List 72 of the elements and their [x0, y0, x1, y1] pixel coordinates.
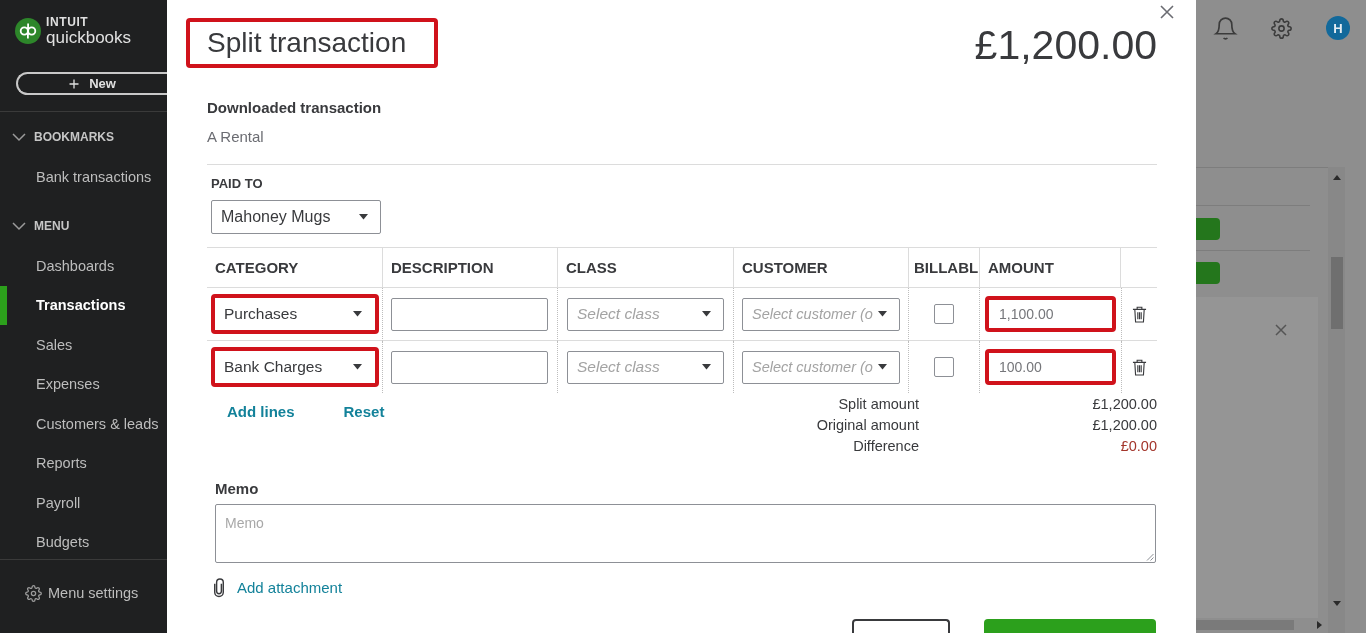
caret-icon[interactable] [878, 364, 887, 370]
bell-icon[interactable] [1215, 16, 1236, 40]
column-header: CLASS [566, 259, 617, 276]
close-icon[interactable] [1160, 5, 1174, 19]
product-name: quickbooks [46, 27, 132, 47]
summary-value: £1,200.00 [1092, 395, 1157, 414]
gear-icon [25, 584, 42, 602]
trash-icon[interactable] [1132, 358, 1147, 376]
add-attachment-link[interactable]: Add attachment [237, 578, 343, 597]
column-header: BILLABL [914, 259, 979, 276]
resize-grip-icon[interactable] [1146, 553, 1154, 561]
nav-item[interactable]: Payroll [0, 483, 167, 523]
chevron-down-icon[interactable] [12, 133, 26, 142]
add-lines-link[interactable]: Add lines [227, 402, 295, 422]
scrollbar[interactable] [1328, 167, 1345, 633]
trash-icon[interactable] [1132, 305, 1147, 323]
chevron-down-icon[interactable] [12, 222, 26, 231]
scroll-up-icon[interactable] [1332, 175, 1341, 180]
summary-label: Original amount [816, 416, 919, 435]
menu-settings-button[interactable]: Menu settings [25, 583, 139, 603]
logo-icon [15, 18, 41, 44]
field-label: PAID TO [211, 175, 263, 193]
plus-icon [69, 78, 80, 89]
scrollbar-thumb[interactable] [1196, 620, 1294, 630]
category-dropdown[interactable]: Bank Charges [211, 347, 379, 387]
caret-icon[interactable] [353, 311, 362, 317]
nav-item[interactable]: Dashboards [0, 246, 167, 286]
summary-label: Difference [853, 437, 919, 456]
description-field[interactable] [391, 297, 548, 331]
scroll-right-icon[interactable] [1317, 621, 1322, 629]
nav-item[interactable]: Customers & leads [0, 404, 167, 444]
summary-value: £0.00 [1120, 437, 1157, 456]
total-amount: £1,200.00 [974, 22, 1157, 68]
description-field[interactable] [391, 350, 548, 384]
field-label: Memo [215, 479, 259, 499]
nav-item[interactable]: Sales [0, 325, 167, 365]
close-icon[interactable] [1275, 324, 1287, 336]
caret-icon[interactable] [702, 364, 711, 370]
summary-label: Split amount [838, 395, 919, 414]
caret-icon[interactable] [353, 364, 362, 370]
column-header: AMOUNT [988, 259, 1054, 276]
scrollbar-thumb[interactable] [1330, 257, 1343, 329]
company-name: INTUIT [46, 15, 90, 28]
paperclip-icon[interactable] [213, 578, 225, 597]
secondary-button[interactable] [852, 619, 950, 633]
transaction-name: A Rental [207, 127, 264, 147]
caret-icon[interactable] [702, 311, 711, 317]
dialog-title: Split transaction [186, 18, 438, 68]
amount-field[interactable]: 1,100.00 [985, 296, 1116, 332]
nav-item[interactable]: Bank transactions [0, 157, 167, 197]
nav-item[interactable]: Expenses [0, 364, 167, 404]
settings-icon[interactable] [1271, 17, 1292, 39]
billable-checkbox[interactable] [934, 357, 954, 377]
scroll-down-icon[interactable] [1332, 601, 1341, 606]
category-dropdown[interactable]: Purchases [211, 294, 379, 334]
payee-dropdown[interactable]: Mahoney Mugs [211, 200, 381, 234]
caret-icon[interactable] [878, 311, 887, 317]
column-header: CATEGORY [215, 259, 299, 276]
section-label: Downloaded transaction [207, 98, 382, 118]
nav-item[interactable]: Budgets [0, 522, 167, 559]
nav-item[interactable]: Reports [0, 443, 167, 483]
section-header[interactable]: BOOKMARKS [0, 117, 167, 157]
summary-value: £1,200.00 [1092, 416, 1157, 435]
column-header: DESCRIPTION [391, 259, 494, 276]
reset-link[interactable]: Reset [343, 402, 385, 422]
section-header[interactable]: MENU [0, 206, 167, 246]
user-avatar[interactable]: H [1326, 16, 1350, 40]
billable-checkbox[interactable] [934, 304, 954, 324]
amount-field[interactable]: 100.00 [985, 349, 1116, 385]
column-header: CUSTOMER [742, 259, 828, 276]
caret-icon[interactable] [359, 214, 368, 220]
new-button[interactable]: New [16, 72, 167, 95]
